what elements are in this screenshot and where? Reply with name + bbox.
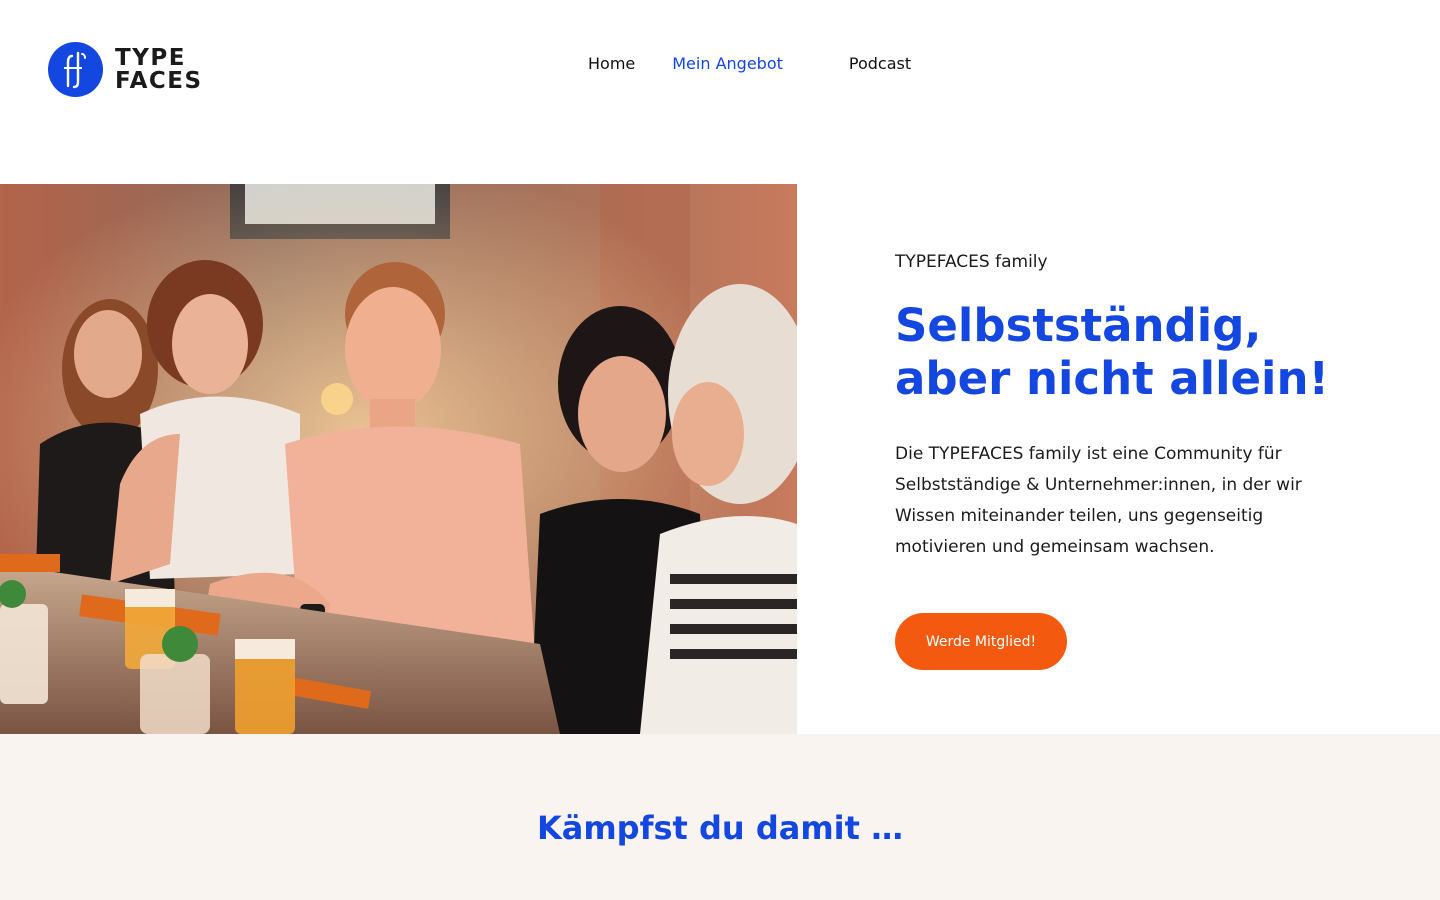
site-header: TYPE FACES Home Mein Angebot Podcast: [0, 0, 1440, 125]
struggle-section-title: Kämpfst du damit …: [536, 809, 904, 847]
hero-title-line-2: aber nicht allein!: [895, 352, 1330, 405]
hero-text-line-1: Die TYPEFACES family ist eine Community …: [895, 444, 1282, 464]
hero-title: Selbstständig, aber nicht allein!: [895, 299, 1375, 405]
main-nav: Home Mein Angebot Podcast: [588, 52, 911, 74]
hero-description: Die TYPEFACES family ist eine Community …: [895, 439, 1345, 563]
logo-link[interactable]: TYPE FACES: [48, 42, 203, 97]
hero-text-line-4: motivieren und gemeinsam wachsen.: [895, 537, 1215, 557]
nav-mein-angebot-label: Mein Angebot: [672, 53, 783, 73]
hero-text-line-3: Wissen miteinander teilen, uns gegenseit…: [895, 506, 1264, 526]
nav-home[interactable]: Home: [588, 54, 635, 73]
nav-podcast[interactable]: Podcast: [840, 54, 911, 73]
hero-photo-illustration: [0, 184, 797, 734]
join-button[interactable]: Werde Mitglied!: [895, 613, 1067, 670]
hero-text-line-2: Selbstständige & Unternehmer:innen, in d…: [895, 475, 1302, 495]
hero-image: [0, 184, 797, 734]
nav-podcast-label: Podcast: [848, 53, 912, 73]
logo-wordmark: TYPE FACES: [115, 44, 203, 94]
hero-content: TYPEFACES family Selbstständig, aber nic…: [895, 250, 1375, 670]
logo-line-2: FACES: [115, 67, 203, 94]
typefaces-logo-icon: [48, 42, 103, 97]
hero-title-line-1: Selbstständig,: [895, 299, 1262, 352]
nav-mein-angebot[interactable]: Mein Angebot: [672, 54, 796, 73]
hero-eyebrow: TYPEFACES family: [895, 252, 1048, 272]
logo-line-1: TYPE: [115, 44, 186, 71]
struggle-section: Kämpfst du damit …: [0, 734, 1440, 900]
